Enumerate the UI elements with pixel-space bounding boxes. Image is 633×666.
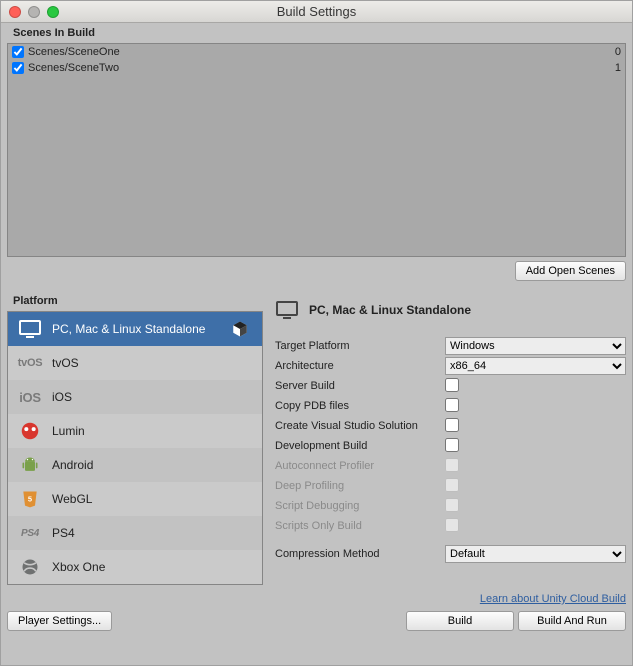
copy-pdb-checkbox[interactable]	[445, 398, 459, 412]
architecture-select[interactable]: x86_64	[445, 357, 626, 375]
scene-checkbox[interactable]	[12, 46, 24, 58]
svg-text:5: 5	[28, 495, 32, 504]
platform-item-android[interactable]: Android	[8, 448, 262, 482]
script-debug-checkbox	[445, 498, 459, 512]
platform-list: PC, Mac & Linux Standalone tvOS tvOS iOS…	[7, 311, 263, 585]
scenes-list[interactable]: Scenes/SceneOne 0 Scenes/SceneTwo 1	[7, 43, 626, 257]
platform-item-tvos[interactable]: tvOS tvOS	[8, 346, 262, 380]
scene-name: Scenes/SceneTwo	[28, 62, 615, 74]
platform-item-label: PS4	[52, 526, 75, 540]
copy-pdb-label: Copy PDB files	[275, 400, 445, 412]
scene-row[interactable]: Scenes/SceneTwo 1	[8, 60, 625, 76]
monitor-icon	[18, 317, 42, 341]
webgl-icon: 5	[18, 487, 42, 511]
lumin-icon	[18, 419, 42, 443]
monitor-icon	[275, 298, 299, 322]
android-icon	[18, 453, 42, 477]
platform-item-lumin[interactable]: Lumin	[8, 414, 262, 448]
compression-label: Compression Method	[275, 548, 445, 560]
platform-item-label: tvOS	[52, 356, 79, 370]
build-button[interactable]: Build	[406, 611, 514, 631]
titlebar: Build Settings	[1, 1, 632, 23]
platform-item-label: WebGL	[52, 492, 92, 506]
settings-title: PC, Mac & Linux Standalone	[309, 303, 471, 317]
dev-build-label: Development Build	[275, 440, 445, 452]
server-build-label: Server Build	[275, 380, 445, 392]
build-and-run-button[interactable]: Build And Run	[518, 611, 626, 631]
window-title: Build Settings	[1, 4, 632, 19]
platform-item-label: Android	[52, 458, 93, 472]
scripts-only-label: Scripts Only Build	[275, 520, 445, 532]
scripts-only-checkbox	[445, 518, 459, 532]
scenes-in-build-label: Scenes In Build	[7, 23, 626, 43]
target-platform-select[interactable]: Windows	[445, 337, 626, 355]
architecture-label: Architecture	[275, 360, 445, 372]
platform-item-standalone[interactable]: PC, Mac & Linux Standalone	[8, 312, 262, 346]
platform-item-ps4[interactable]: PS4 PS4	[8, 516, 262, 550]
server-build-checkbox[interactable]	[445, 378, 459, 392]
ios-icon: iOS	[18, 385, 42, 409]
platform-settings: PC, Mac & Linux Standalone Target Platfo…	[275, 291, 626, 605]
unity-logo-icon	[228, 317, 252, 341]
autoconnect-label: Autoconnect Profiler	[275, 460, 445, 472]
platform-item-label: iOS	[52, 390, 72, 404]
platform-item-label: PC, Mac & Linux Standalone	[52, 322, 205, 336]
add-open-scenes-button[interactable]: Add Open Scenes	[515, 261, 626, 281]
deep-profiling-checkbox	[445, 478, 459, 492]
create-vs-label: Create Visual Studio Solution	[275, 420, 445, 432]
script-debug-label: Script Debugging	[275, 500, 445, 512]
ps4-icon: PS4	[18, 521, 42, 545]
scene-index: 0	[615, 46, 621, 58]
platform-label: Platform	[7, 291, 263, 311]
platform-item-webgl[interactable]: 5 WebGL	[8, 482, 262, 516]
scene-checkbox[interactable]	[12, 62, 24, 74]
target-platform-label: Target Platform	[275, 340, 445, 352]
compression-select[interactable]: Default	[445, 545, 626, 563]
platform-item-label: Lumin	[52, 424, 85, 438]
scene-index: 1	[615, 62, 621, 74]
tvos-icon: tvOS	[18, 351, 42, 375]
xbox-icon	[18, 555, 42, 579]
scene-name: Scenes/SceneOne	[28, 46, 615, 58]
player-settings-button[interactable]: Player Settings...	[7, 611, 112, 631]
learn-cloud-build-link[interactable]: Learn about Unity Cloud Build	[480, 593, 626, 605]
platform-item-label: Xbox One	[52, 560, 105, 574]
platform-item-xboxone[interactable]: Xbox One	[8, 550, 262, 584]
autoconnect-checkbox	[445, 458, 459, 472]
platform-item-ios[interactable]: iOS iOS	[8, 380, 262, 414]
create-vs-checkbox[interactable]	[445, 418, 459, 432]
deep-profiling-label: Deep Profiling	[275, 480, 445, 492]
scene-row[interactable]: Scenes/SceneOne 0	[8, 44, 625, 60]
dev-build-checkbox[interactable]	[445, 438, 459, 452]
